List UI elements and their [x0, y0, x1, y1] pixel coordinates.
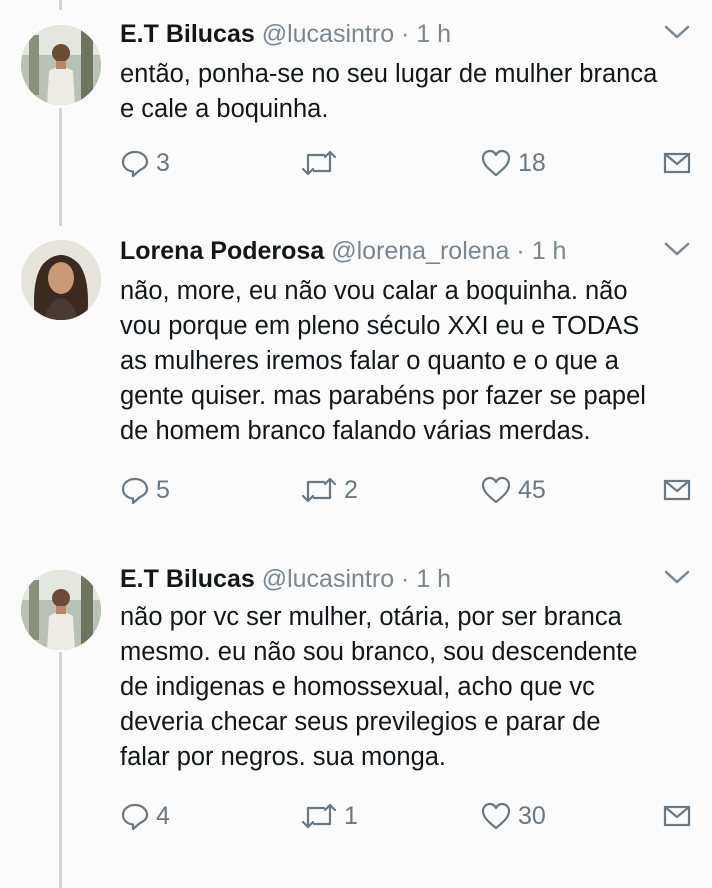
- direct-message-button[interactable]: [662, 800, 692, 832]
- avatar[interactable]: [21, 570, 101, 650]
- timestamp[interactable]: 1 h: [532, 237, 567, 265]
- direct-message-button[interactable]: [662, 474, 692, 506]
- tweet-text: então, ponha-se no seu lugar de mulher b…: [120, 60, 658, 123]
- thread-line: [59, 0, 62, 10]
- like-icon: [481, 802, 511, 830]
- chevron-down-icon[interactable]: [662, 566, 692, 588]
- timestamp[interactable]: 1 h: [416, 565, 451, 593]
- like-button[interactable]: 45: [480, 474, 546, 506]
- retweet-icon: [301, 477, 337, 503]
- like-icon: [481, 149, 511, 177]
- direct-message-button[interactable]: [662, 147, 692, 179]
- reply-button[interactable]: 5: [120, 474, 170, 506]
- tweet-header: Lorena Poderosa @lorena_rolena · 1 h: [120, 234, 566, 268]
- reply-icon: [121, 803, 149, 831]
- tweet-text: não, more, eu não vou calar a boquinha. …: [120, 277, 646, 445]
- retweet-count: 2: [344, 475, 358, 504]
- retweet-icon: [301, 803, 337, 829]
- like-icon: [481, 476, 511, 504]
- author-name[interactable]: E.T Bilucas: [120, 20, 255, 48]
- reply-button[interactable]: 4: [120, 800, 170, 832]
- chevron-down-icon[interactable]: [662, 238, 692, 260]
- like-button[interactable]: 30: [480, 800, 546, 832]
- tweet-text: não por vc ser mulher, otária, por ser b…: [120, 603, 638, 771]
- like-count: 30: [518, 801, 546, 830]
- retweet-button[interactable]: 2: [300, 474, 358, 506]
- direct-message-icon: [663, 479, 691, 501]
- reply-icon: [121, 477, 149, 505]
- tweet[interactable]: E.T Bilucas @lucasintro · 1 h não por vc…: [0, 562, 712, 862]
- separator: ·: [401, 565, 410, 593]
- reply-button[interactable]: 3: [120, 147, 170, 179]
- separator: ·: [401, 20, 410, 48]
- reply-count: 5: [156, 475, 170, 504]
- author-handle[interactable]: @lorena_rolena: [331, 237, 509, 265]
- tweet-header: E.T Bilucas @lucasintro · 1 h: [120, 17, 451, 51]
- avatar[interactable]: [21, 240, 101, 320]
- retweet-icon: [301, 150, 337, 176]
- direct-message-icon: [663, 805, 691, 827]
- reply-icon: [121, 150, 149, 178]
- author-name[interactable]: E.T Bilucas: [120, 565, 255, 593]
- reply-count: 4: [156, 801, 170, 830]
- author-name[interactable]: Lorena Poderosa: [120, 237, 324, 265]
- like-count: 18: [518, 148, 546, 177]
- tweet-header: E.T Bilucas @lucasintro · 1 h: [120, 562, 451, 596]
- author-handle[interactable]: @lucasintro: [262, 20, 394, 48]
- author-handle[interactable]: @lucasintro: [262, 565, 394, 593]
- tweet[interactable]: Lorena Poderosa @lorena_rolena · 1 h não…: [0, 234, 712, 534]
- retweet-count: 1: [344, 801, 358, 830]
- like-count: 45: [518, 475, 546, 504]
- separator: ·: [516, 237, 525, 265]
- retweet-button[interactable]: [300, 147, 344, 179]
- reply-count: 3: [156, 148, 170, 177]
- tweet[interactable]: E.T Bilucas @lucasintro · 1 h então, pon…: [0, 17, 712, 217]
- chevron-down-icon[interactable]: [662, 21, 692, 43]
- avatar[interactable]: [21, 25, 101, 105]
- timestamp[interactable]: 1 h: [416, 20, 451, 48]
- retweet-button[interactable]: 1: [300, 800, 358, 832]
- like-button[interactable]: 18: [480, 147, 546, 179]
- direct-message-icon: [663, 152, 691, 174]
